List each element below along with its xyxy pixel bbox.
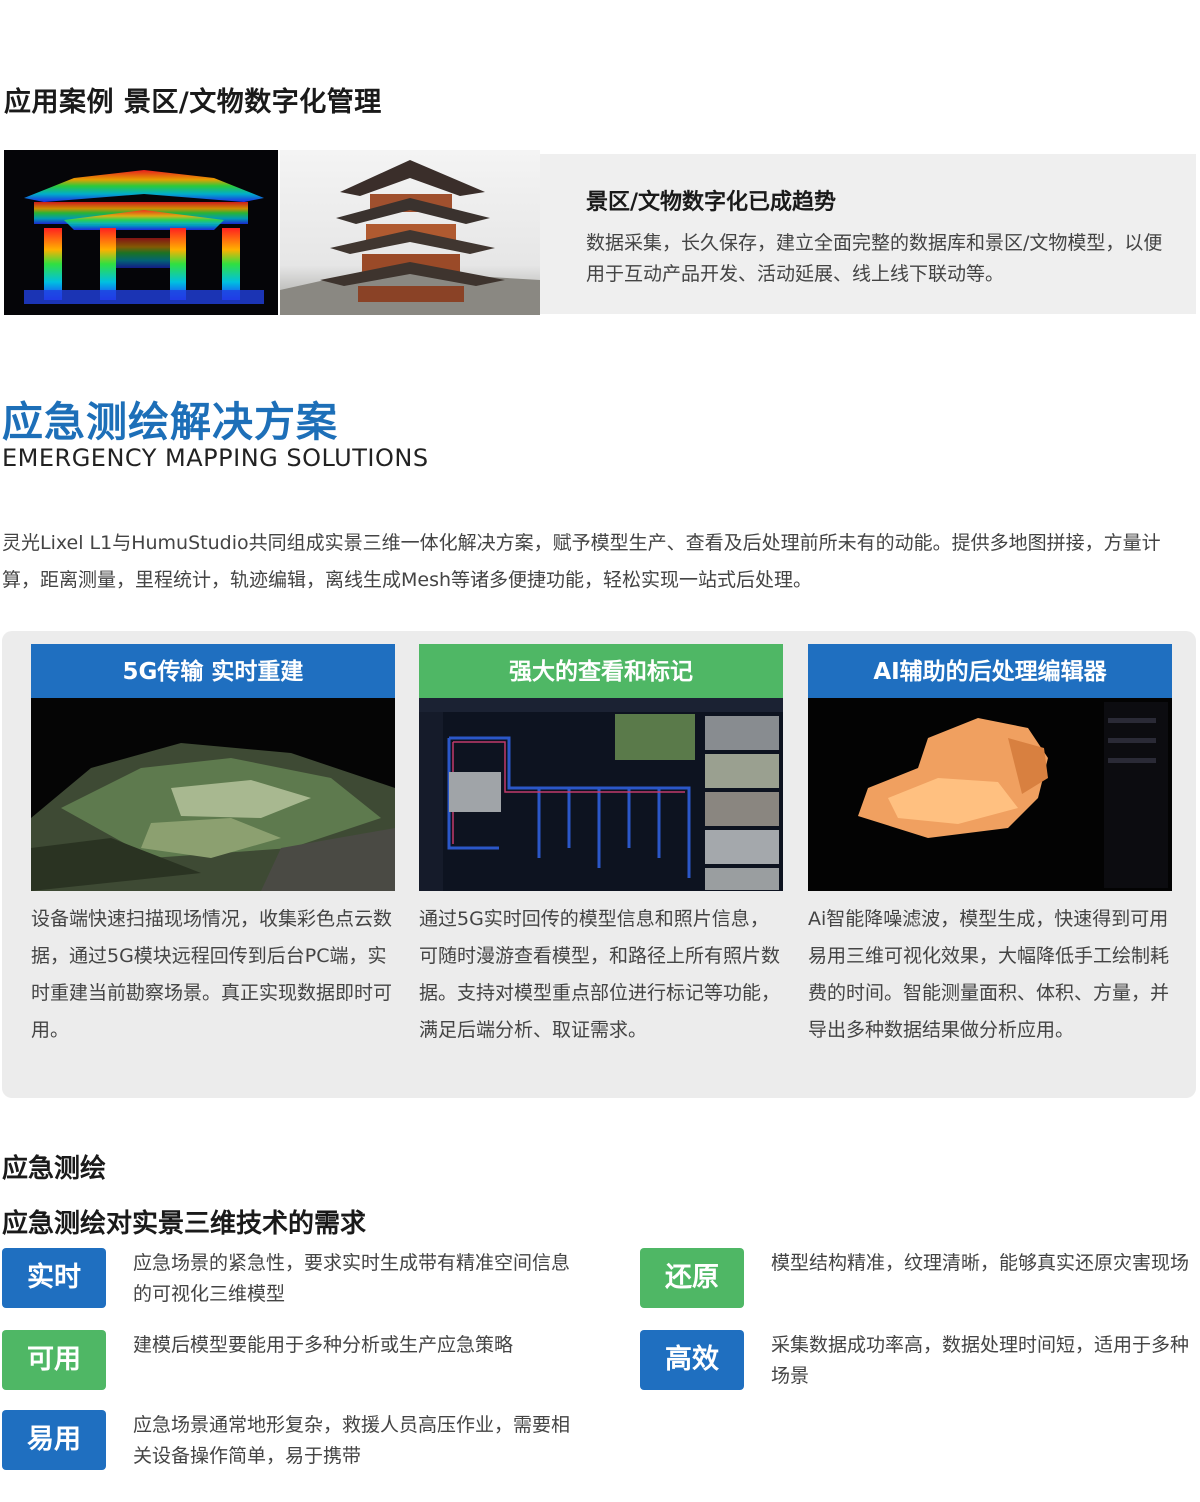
case-title: 应用案例 景区/文物数字化管理: [4, 87, 382, 118]
section-intro: 灵光Lixel L1与HumuStudio共同组成实景三维一体化解决方案，赋予模…: [2, 532, 1161, 591]
colored-pointcloud-image: [31, 698, 395, 891]
req-badge-restore: 还原: [640, 1248, 744, 1308]
req-badge-realtime: 实时: [2, 1248, 106, 1308]
case-panel-title: 景区/文物数字化已成趋势: [586, 190, 837, 215]
req-text-realtime: 应急场景的紧急性，要求实时生成带有精准空间信息的可视化三维模型: [133, 1252, 571, 1305]
pavilion-model-image: [280, 150, 540, 315]
feature-card-text: 设备端快速扫描现场情况，收集彩色点云数据，通过5G模块远程回传到后台PC端，实时…: [31, 908, 393, 1041]
editor-pointcloud-image: [808, 698, 1172, 891]
emergency-title: 应急测绘: [2, 1154, 107, 1184]
emergency-subtitle: 应急测绘对实景三维技术的需求: [2, 1209, 367, 1239]
req-text-restore: 模型结构精准，纹理清晰，能够真实还原灾害现场: [771, 1252, 1190, 1274]
case-panel: 景区/文物数字化已成趋势 数据采集，长久保存，建立全面完整的数据库和景区/文物模…: [540, 154, 1196, 314]
case-panel-text: 数据采集，长久保存，建立全面完整的数据库和景区/文物模型，以便用于互动产品开发、…: [586, 232, 1163, 285]
feature-card-title: AI辅助的后处理编辑器: [808, 644, 1172, 698]
req-text-usable: 建模后模型要能用于多种分析或生产应急策略: [133, 1334, 514, 1356]
feature-card: 强大的查看和标记 通过5G实时回传的模型信息和照片信息，可随时漫游查看模型，和路…: [419, 644, 783, 1049]
req-badge-usable: 可用: [2, 1330, 106, 1390]
feature-card-title: 5G传输 实时重建: [31, 644, 395, 698]
req-text-efficient: 采集数据成功率高，数据处理时间短，适用于多种场景: [771, 1334, 1190, 1387]
feature-card-text: Ai智能降噪滤波，模型生成，快速得到可用易用三维可视化效果，大幅降低手工绘制耗费…: [808, 908, 1170, 1041]
req-badge-efficient: 高效: [640, 1330, 744, 1390]
req-text-easy: 应急场景通常地形复杂，救援人员高压作业，需要相关设备操作简单，易于携带: [133, 1414, 571, 1467]
feature-card-text: 通过5G实时回传的模型信息和照片信息，可随时漫游查看模型，和路径上所有照片数据。…: [419, 908, 781, 1041]
req-badge-easy: 易用: [2, 1410, 106, 1470]
viewer-screenshot-image: [419, 698, 783, 891]
section-subtitle: EMERGENCY MAPPING SOLUTIONS: [2, 444, 429, 472]
section-title: 应急测绘解决方案: [2, 398, 338, 446]
feature-panel: 5G传输 实时重建 设备端快速扫描现场情况，收集彩色点云数据，通过5G模块远程回…: [2, 631, 1196, 1098]
feature-card-title: 强大的查看和标记: [419, 644, 783, 698]
feature-card: 5G传输 实时重建 设备端快速扫描现场情况，收集彩色点云数据，通过5G模块远程回…: [31, 644, 395, 1049]
feature-card: AI辅助的后处理编辑器 Ai智能降噪滤波，模型生成，快速得到可用易用三维可视化效…: [808, 644, 1172, 1049]
pointcloud-gate-image: [4, 150, 278, 315]
